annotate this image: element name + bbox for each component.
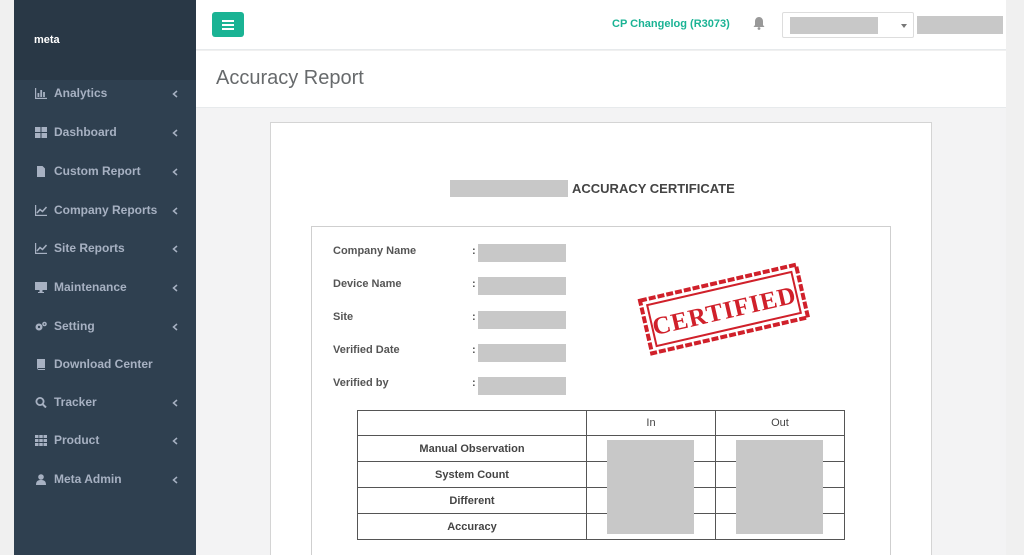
redacted-site-value — [478, 311, 566, 329]
grid-icon — [34, 126, 47, 138]
redacted-device-value — [478, 277, 566, 295]
sidebar-item-label: Meta Admin — [54, 472, 122, 486]
file-icon — [34, 165, 47, 177]
table-header-in: In — [586, 410, 716, 436]
chevron-down-icon — [901, 24, 907, 28]
sidebar-item-label: Custom Report — [54, 164, 141, 178]
chevron-left-icon — [172, 126, 180, 137]
row-label-different: Different — [357, 487, 587, 514]
stamp-text: CERTIFIED — [650, 282, 799, 341]
topbar: CP Changelog (R3073) — [196, 0, 1006, 50]
field-separator: : — [472, 377, 476, 389]
chevron-left-icon — [172, 204, 180, 215]
sidebar-item-site-reports[interactable]: Site Reports — [14, 229, 196, 267]
chevron-left-icon — [172, 87, 180, 98]
search-icon — [34, 396, 47, 408]
menu-toggle-button[interactable] — [212, 12, 244, 37]
sidebar-item-label: Product — [54, 433, 100, 447]
field-separator: : — [472, 278, 476, 290]
sidebar-item-label: Analytics — [54, 86, 108, 100]
redacted-verifier-value — [478, 377, 566, 395]
chevron-left-icon — [172, 434, 180, 445]
sidebar-item-maintenance[interactable]: Maintenance — [14, 268, 196, 306]
certificate-title-row: ACCURACY CERTIFICATE — [450, 179, 735, 197]
field-separator: : — [472, 245, 476, 257]
gears-icon — [34, 321, 47, 332]
site-select[interactable] — [782, 12, 914, 38]
sidebar-item-download-center[interactable]: Download Center — [14, 345, 196, 383]
redacted-company-name — [450, 179, 568, 197]
table-icon — [34, 434, 47, 446]
sidebar-item-label: Company Reports — [54, 203, 158, 217]
sidebar: meta Analytics Dashboard Custom Report C… — [14, 0, 196, 555]
field-separator: : — [472, 344, 476, 356]
bars-icon — [222, 19, 234, 30]
page-title: Accuracy Report — [216, 67, 364, 89]
right-margin — [1006, 0, 1024, 555]
redacted-in-values — [607, 440, 694, 534]
field-label-site: Site — [333, 311, 354, 323]
sidebar-item-meta-admin[interactable]: Meta Admin — [14, 460, 196, 498]
bar-chart-icon — [34, 87, 47, 99]
sidebar-item-label: Setting — [54, 319, 95, 333]
left-margin — [0, 0, 14, 555]
sidebar-item-setting[interactable]: Setting — [14, 307, 196, 345]
field-label-verified-by: Verified by — [333, 377, 389, 389]
table-header-out: Out — [715, 410, 845, 436]
changelog-link[interactable]: CP Changelog (R3073) — [612, 18, 730, 30]
field-separator: : — [472, 311, 476, 323]
redacted-date-value — [478, 344, 566, 362]
line-chart-icon — [34, 242, 47, 254]
desktop-icon — [34, 281, 47, 293]
sidebar-item-dashboard[interactable]: Dashboard — [14, 113, 196, 151]
brand-name: meta — [14, 0, 196, 80]
field-label-verified-date: Verified Date — [333, 344, 400, 356]
bell-icon[interactable] — [753, 17, 765, 31]
sidebar-item-analytics[interactable]: Analytics — [14, 74, 196, 112]
sidebar-item-custom-report[interactable]: Custom Report — [14, 152, 196, 190]
row-label-manual-observation: Manual Observation — [357, 435, 587, 462]
chevron-left-icon — [172, 320, 180, 331]
book-icon — [34, 358, 47, 370]
chevron-left-icon — [172, 473, 180, 484]
table-header-row: In Out — [357, 410, 845, 436]
redacted-out-values — [736, 440, 823, 534]
sidebar-item-product[interactable]: Product — [14, 421, 196, 459]
certificate-title: ACCURACY CERTIFICATE — [572, 180, 735, 196]
sidebar-item-label: Maintenance — [54, 280, 127, 294]
sidebar-item-label: Site Reports — [54, 241, 125, 255]
row-label-system-count: System Count — [357, 461, 587, 488]
chevron-left-icon — [172, 281, 180, 292]
redacted-value — [790, 17, 878, 34]
sidebar-item-company-reports[interactable]: Company Reports — [14, 191, 196, 229]
chevron-left-icon — [172, 242, 180, 253]
chevron-left-icon — [172, 396, 180, 407]
sidebar-item-label: Download Center — [54, 357, 153, 371]
user-icon — [34, 473, 47, 485]
field-label-device-name: Device Name — [333, 278, 402, 290]
table-header-empty — [357, 410, 587, 436]
redacted-company-value — [478, 244, 566, 262]
field-label-company-name: Company Name — [333, 245, 417, 257]
row-label-accuracy: Accuracy — [357, 513, 587, 540]
redacted-user-name — [917, 16, 1003, 34]
sidebar-item-label: Tracker — [54, 395, 97, 409]
line-chart-icon — [34, 204, 47, 216]
chevron-left-icon — [172, 165, 180, 176]
sidebar-item-tracker[interactable]: Tracker — [14, 383, 196, 421]
sidebar-item-label: Dashboard — [54, 125, 117, 139]
page-heading: Accuracy Report — [196, 51, 1006, 108]
